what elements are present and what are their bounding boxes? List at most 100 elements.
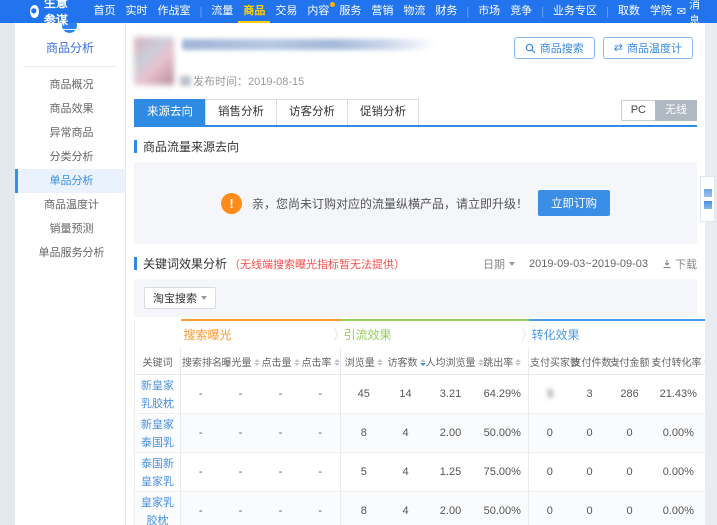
column-header[interactable]: 曝光量: [221, 348, 261, 375]
column-header[interactable]: 点击率: [300, 348, 342, 375]
table-cell: 0: [571, 414, 609, 453]
sidebar-item[interactable]: 销量预测: [15, 217, 125, 241]
nav-item[interactable]: 流量: [206, 0, 238, 23]
nav-item[interactable]: 学院: [645, 0, 677, 23]
nav-item[interactable]: 商品: [238, 0, 270, 23]
tab[interactable]: 访客分析: [276, 99, 348, 125]
nav-divider: |: [541, 5, 545, 18]
sidebar-title: 商品分析: [45, 41, 94, 55]
nav-item[interactable]: 内容: [302, 0, 336, 23]
column-header[interactable]: 浏览量: [341, 348, 387, 375]
tab[interactable]: 来源去向: [134, 99, 206, 125]
cell-value: -: [278, 388, 283, 400]
brand-name: 生意参谋: [43, 0, 77, 30]
nav-item[interactable]: 市场: [473, 0, 505, 23]
nav-menu: 首页 实时 作战室 | 流量 商品 交易 内容 服务 营销 物流 财务 | 市场 竞争 | 业务专区 | 取数 学院: [88, 0, 676, 23]
publish-time: 发布时间：2019-08-15: [180, 73, 304, 89]
dropdown-value: 淘宝搜索: [153, 293, 197, 305]
nav-item[interactable]: 首页: [88, 0, 120, 23]
sort-icon[interactable]: [333, 359, 340, 367]
nav-item[interactable]: 物流: [398, 0, 430, 23]
cell-value: 0: [626, 427, 633, 439]
nav-item[interactable]: 营销: [366, 0, 398, 23]
column-header[interactable]: 人均浏览量: [425, 348, 484, 375]
sort-asc-icon: [376, 359, 383, 363]
column-header[interactable]: 支付件数: [571, 348, 620, 375]
sidebar-item[interactable]: 异常商品: [15, 121, 125, 145]
upgrade-banner: ! 亲，您尚未订购对应的流量纵横产品，请立即升级！ 立即订购: [134, 162, 697, 244]
tab[interactable]: 促销分析: [347, 99, 419, 125]
keyword-link[interactable]: 新皇家乳胶枕: [141, 380, 174, 410]
chevron-down-icon: [509, 261, 516, 266]
product-header: 发布时间：2019-08-15 商品搜索 ⇄ 商品温度计: [134, 35, 697, 93]
sidebar-item[interactable]: 单品分析: [15, 169, 125, 193]
device-option[interactable]: PC: [620, 100, 656, 121]
product-search-button[interactable]: 商品搜索: [513, 37, 595, 59]
table-cell: 0: [609, 492, 651, 525]
column-header-label: 点击率: [301, 357, 332, 369]
sidebar-item[interactable]: 单品服务分析: [15, 241, 125, 265]
column-header[interactable]: 支付金额: [609, 348, 658, 375]
tab[interactable]: 销售分析: [205, 99, 277, 125]
brand[interactable]: 生意参谋: [30, 0, 77, 30]
nav-item[interactable]: 交易: [270, 0, 302, 23]
table-cell: 2.00: [425, 492, 477, 525]
column-header-label: 支付件数: [571, 357, 612, 369]
feedback-tab[interactable]: [700, 176, 715, 222]
column-group: 引流效果〉: [340, 319, 533, 348]
nav-item[interactable]: 作战室: [152, 0, 195, 23]
table-cell: -: [261, 375, 301, 414]
sort-icon[interactable]: [703, 359, 705, 367]
cell-value: 64.29%: [483, 388, 521, 400]
column-header[interactable]: 支付转化率: [651, 348, 705, 375]
nav-item[interactable]: 实时: [120, 0, 152, 23]
cell-value: 0: [546, 505, 553, 517]
sidebar-menu: 商品概况 商品效果 异常商品 分类分析 单品分析 商品温度计 销量预测 单品服务分析: [15, 73, 125, 265]
column-header[interactable]: 跳出率: [476, 348, 530, 375]
product-thermometer-button[interactable]: ⇄ 商品温度计: [602, 37, 693, 59]
cell-value: 50.00%: [483, 427, 521, 439]
device-option[interactable]: 无线: [655, 100, 697, 121]
date-filter[interactable]: 日期: [483, 256, 516, 272]
table-header-row: 关键词 搜索排名 曝光量 点击量 点击率 浏览量 访客数 人均浏览量 跳出率 支付买家数 支付件数支…: [134, 348, 705, 375]
sidebar-item[interactable]: 商品温度计: [15, 193, 125, 217]
column-header[interactable]: 搜索排名: [181, 348, 230, 375]
keyword-link[interactable]: 泰国新皇家乳: [141, 458, 174, 488]
table-cell: 45: [341, 375, 387, 414]
nav-item[interactable]: 财务: [430, 0, 462, 23]
nav-item[interactable]: 竞争: [505, 0, 537, 23]
keyword-link[interactable]: 新皇家泰国乳: [141, 419, 174, 449]
table-cell: 75.00%: [476, 452, 530, 492]
column-header[interactable]: 访客数: [387, 348, 426, 375]
table-cell: -: [181, 492, 221, 525]
sort-icon[interactable]: [376, 359, 383, 367]
cell-value: 50.00%: [483, 505, 521, 517]
column-header-label: 浏览量: [344, 357, 375, 369]
nav-item[interactable]: 服务: [334, 0, 366, 23]
sidebar-item[interactable]: 商品效果: [15, 97, 125, 121]
chevron-down-icon: [201, 296, 207, 300]
nav-divider: |: [199, 5, 203, 18]
nav-item[interactable]: 取数: [613, 0, 645, 23]
feedback-icon: [703, 201, 712, 209]
sort-icon[interactable]: [515, 359, 522, 367]
message-label: 消息: [689, 0, 701, 27]
column-header[interactable]: 点击量: [261, 348, 301, 375]
sidebar-item[interactable]: 商品概况: [15, 73, 125, 97]
sort-icon[interactable]: [253, 359, 260, 367]
sort-icon[interactable]: [293, 359, 300, 367]
nav-divider: |: [606, 5, 609, 18]
search-source-dropdown[interactable]: 淘宝搜索: [144, 287, 216, 309]
table-cell: 3.21: [425, 375, 477, 414]
order-now-button[interactable]: 立即订购: [538, 190, 610, 216]
keyword-link[interactable]: 皇家乳胶枕: [141, 497, 174, 525]
cell-value: 0.00%: [662, 466, 694, 478]
sidebar-item[interactable]: 分类分析: [15, 145, 125, 169]
cell-value: -: [278, 466, 283, 478]
cell-value: -: [238, 505, 243, 517]
download-button[interactable]: 下载: [662, 256, 697, 272]
cell-value: 2.00: [439, 427, 462, 439]
table-cell: 2.00: [425, 414, 477, 453]
message-button[interactable]: ✉ 消息: [677, 0, 709, 28]
nav-item[interactable]: 业务专区: [548, 0, 602, 23]
